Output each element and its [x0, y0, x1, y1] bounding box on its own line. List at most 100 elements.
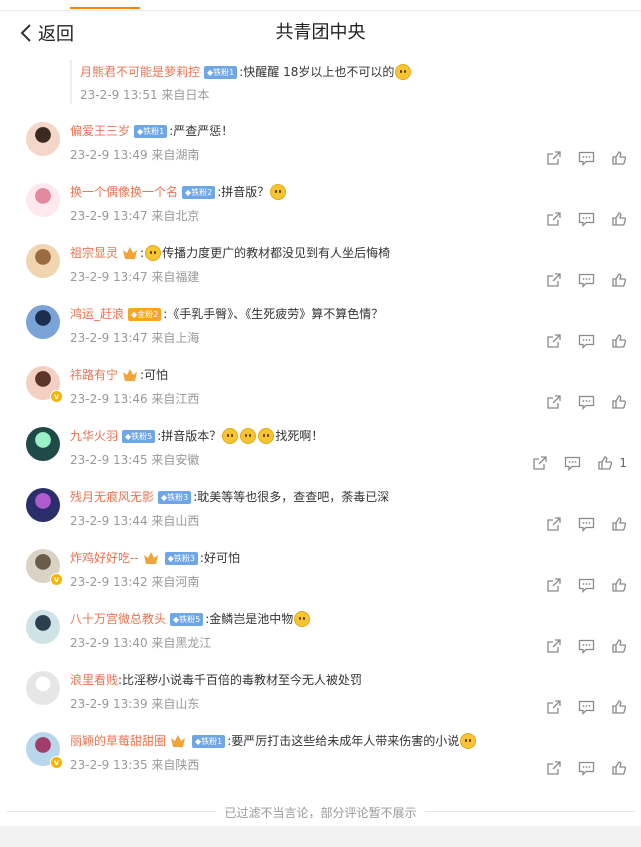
- reply-username[interactable]: 月熊君不可能是萝莉控: [80, 63, 200, 81]
- comment-line: 换一个偶像换一个名 ◆ 铁粉2:拼音版？: [70, 183, 287, 201]
- thumbs-up-icon: [612, 151, 627, 165]
- username[interactable]: 丽颖的草莓甜甜圈: [70, 732, 166, 750]
- share-button[interactable]: [546, 333, 562, 349]
- reply-button[interactable]: [578, 761, 595, 776]
- fan-badge-label: 铁粉1: [143, 126, 165, 136]
- comment-icon: [578, 578, 595, 593]
- comment-meta: 23-2-9 13:47 来自上海: [70, 331, 200, 345]
- share-button[interactable]: [546, 516, 562, 532]
- top-tab-strip: [0, 0, 641, 11]
- share-button[interactable]: [546, 760, 562, 776]
- share-icon: [547, 700, 561, 714]
- thumbs-up-icon: [612, 212, 627, 226]
- comment-line: 祖宗显灵: 传播力度更广的教材都没见到有人坐后悔椅: [70, 244, 391, 262]
- comment-line: 九华火羽 ◆ 铁粉5:拼音版本？ 找死啊！: [70, 427, 323, 445]
- crown-badge-icon: [170, 734, 186, 748]
- emoji-icon: [460, 733, 477, 749]
- username[interactable]: 浪里看贱: [70, 671, 118, 689]
- username[interactable]: 炸鸡好好吃--: [70, 549, 139, 567]
- like-button[interactable]: [611, 638, 627, 654]
- comment-icon: [578, 517, 595, 532]
- like-button[interactable]: [611, 699, 627, 715]
- thumbs-up-icon: [612, 761, 627, 775]
- comment-icon: [578, 212, 595, 227]
- share-icon: [547, 761, 561, 775]
- avatar[interactable]: [26, 671, 60, 705]
- username[interactable]: 鸿运_赶浪: [70, 305, 124, 323]
- avatar[interactable]: [26, 183, 60, 217]
- username[interactable]: 偏爱王三岁: [70, 122, 130, 140]
- share-button[interactable]: [546, 394, 562, 410]
- reply-button[interactable]: [578, 212, 595, 227]
- like-button[interactable]: [611, 150, 627, 166]
- verified-badge-icon: v: [50, 390, 63, 403]
- like-count: 1: [619, 456, 627, 470]
- comment-text: :《手乳手臀》、《生死疲劳》算不算色情？: [163, 307, 384, 321]
- share-button[interactable]: [546, 699, 562, 715]
- verified-badge-icon: v: [50, 756, 63, 769]
- fan-badge-label: 铁粉5: [179, 614, 201, 624]
- like-button[interactable]: [611, 577, 627, 593]
- username[interactable]: 九华火羽: [70, 427, 118, 445]
- avatar[interactable]: [26, 610, 60, 644]
- share-button[interactable]: [546, 577, 562, 593]
- username[interactable]: 残月无痕风无影: [70, 488, 154, 506]
- reply-button[interactable]: [578, 639, 595, 654]
- comment-line: 鸿运_赶浪 ◆ 金粉2:《手乳手臀》、《生死疲劳》算不算色情？: [70, 305, 383, 323]
- thumbs-up-icon: [598, 456, 613, 470]
- fan-badge: ◆ 铁粉1: [134, 124, 168, 138]
- avatar[interactable]: [26, 305, 60, 339]
- comment-item: 残月无痕风无影 ◆ 铁粉3:耽美等等也很多，查查吧，荼毒已深 23-2-9 13:44…: [0, 482, 641, 543]
- reply-button[interactable]: [578, 517, 595, 532]
- comment-icon: [578, 639, 595, 654]
- fan-badge: ◆ 铁粉1: [192, 734, 226, 748]
- like-button[interactable]: [611, 333, 627, 349]
- share-button[interactable]: [546, 150, 562, 166]
- comment-line: 残月无痕风无影 ◆ 铁粉3:耽美等等也很多，查查吧，荼毒已深: [70, 488, 389, 506]
- share-button[interactable]: [546, 272, 562, 288]
- comment-meta: 23-2-9 13:35 来自陕西: [70, 758, 200, 772]
- comment-item: 九华火羽 ◆ 铁粉5:拼音版本？ 找死啊！ 23-2-9 13:45 来自安徽 1: [0, 421, 641, 482]
- fan-badge-label: 金粉2: [137, 309, 159, 319]
- reply-button[interactable]: [564, 456, 581, 471]
- comment-text: :要严厉打击这些给未成年人带来伤害的小说: [227, 734, 460, 748]
- comment-line: 浪里看贱:比淫秽小说毒千百倍的毒教材至今无人被处罚: [70, 671, 362, 689]
- comment-meta: 23-2-9 13:42 来自河南: [70, 575, 200, 589]
- comment-text: :拼音版本？: [157, 429, 222, 443]
- avatar[interactable]: [26, 488, 60, 522]
- fan-badge-label: 铁粉3: [173, 553, 195, 563]
- share-button[interactable]: [546, 638, 562, 654]
- like-button[interactable]: [611, 272, 627, 288]
- like-button[interactable]: [611, 516, 627, 532]
- thumbs-up-icon: [612, 334, 627, 348]
- like-button[interactable]: 1: [597, 455, 627, 471]
- share-button[interactable]: [532, 455, 548, 471]
- comment-item: 祖宗显灵: 传播力度更广的教材都没见到有人坐后悔椅 23-2-9 13:47 来自福…: [0, 238, 641, 299]
- like-button[interactable]: [611, 760, 627, 776]
- comment-text: :拼音版？: [217, 185, 270, 199]
- username[interactable]: 祎路有宁: [70, 366, 118, 384]
- reply-button[interactable]: [578, 334, 595, 349]
- like-button[interactable]: [611, 394, 627, 410]
- comment-meta: 23-2-9 13:46 来自江西: [70, 392, 200, 406]
- reply-button[interactable]: [578, 578, 595, 593]
- emoji-icon: [395, 64, 412, 80]
- avatar[interactable]: [26, 244, 60, 278]
- like-button[interactable]: [611, 211, 627, 227]
- avatar[interactable]: [26, 122, 60, 156]
- username[interactable]: 换一个偶像换一个名: [70, 183, 178, 201]
- thumbs-up-icon: [612, 578, 627, 592]
- comment-actions: [530, 272, 627, 288]
- reply-button[interactable]: [578, 395, 595, 410]
- share-icon: [547, 334, 561, 348]
- reply-button[interactable]: [578, 700, 595, 715]
- emoji-icon: [258, 428, 275, 444]
- username[interactable]: 八十万宫微总教头: [70, 610, 166, 628]
- share-button[interactable]: [546, 211, 562, 227]
- reply-line: 月熊君不可能是萝莉控 ◆ 铁粉1 :快醒醒 18岁以上也不可以的: [80, 63, 412, 81]
- username[interactable]: 祖宗显灵: [70, 244, 118, 262]
- thumbs-up-icon: [612, 700, 627, 714]
- reply-button[interactable]: [578, 273, 595, 288]
- avatar[interactable]: [26, 427, 60, 461]
- reply-button[interactable]: [578, 151, 595, 166]
